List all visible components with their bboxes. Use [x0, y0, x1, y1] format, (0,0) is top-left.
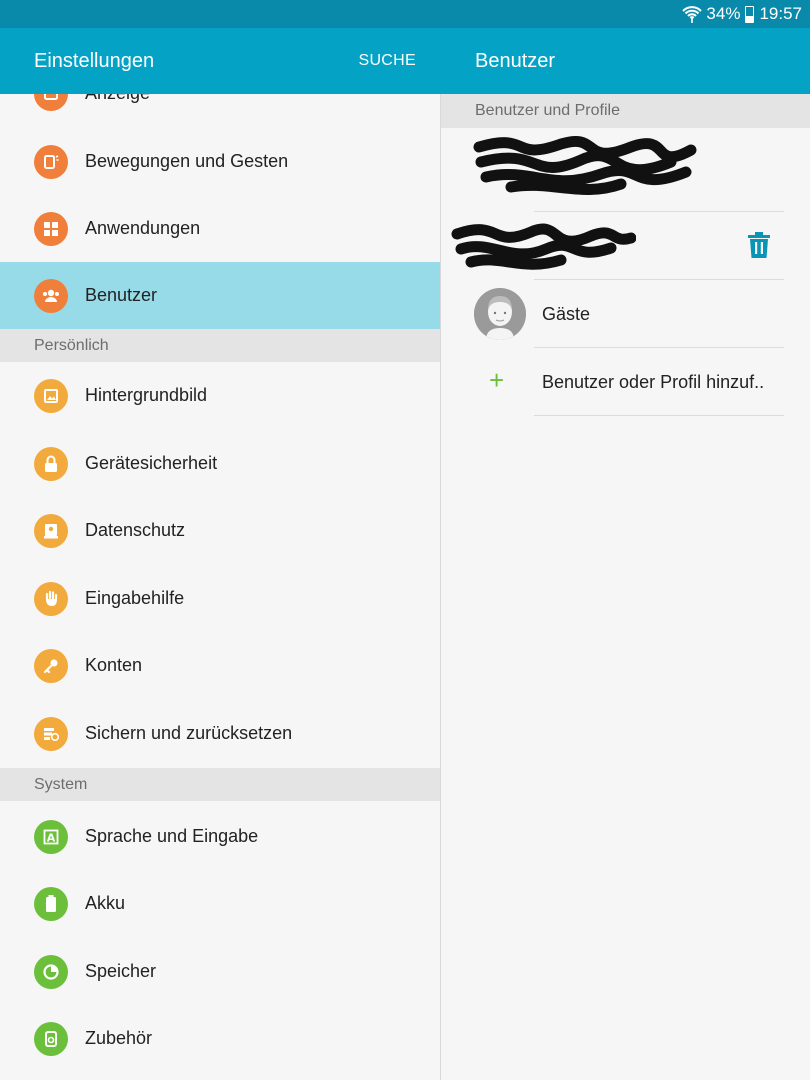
- search-button[interactable]: SUCHE: [358, 52, 416, 70]
- redaction-scribble: [451, 223, 636, 270]
- section-header-system: System: [0, 768, 441, 801]
- lock-icon: [34, 446, 68, 481]
- key-icon: [34, 648, 68, 683]
- settings-item-akku[interactable]: Akku: [0, 870, 441, 937]
- battery-settings-icon: [34, 886, 68, 921]
- settings-item-anzeige[interactable]: Anzeige: [0, 94, 441, 127]
- settings-item-geraetesicherheit[interactable]: Gerätesicherheit: [0, 430, 441, 497]
- settings-item-anwendungen[interactable]: Anwendungen: [0, 195, 441, 262]
- motion-gesture-icon: [34, 144, 68, 179]
- battery-icon: [745, 5, 755, 23]
- settings-item-konten[interactable]: Konten: [0, 632, 441, 699]
- clock: 19:57: [759, 4, 802, 23]
- language-icon: A: [34, 819, 68, 854]
- settings-item-label: Sprache und Eingabe: [85, 826, 259, 846]
- settings-header: Einstellungen SUCHE: [0, 28, 441, 94]
- settings-item-zubehoer[interactable]: Zubehör: [0, 1005, 441, 1072]
- privacy-icon: [34, 513, 68, 548]
- detail-title: Benutzer: [475, 50, 556, 72]
- settings-item-label: Bewegungen und Gesten: [85, 151, 289, 171]
- settings-item-label: Datenschutz: [85, 520, 186, 540]
- svg-text:A: A: [47, 831, 56, 844]
- settings-item-label: Anwendungen: [85, 218, 201, 238]
- settings-item-label: Sichern und zurücksetzen: [85, 723, 293, 743]
- settings-item-label: Konten: [85, 655, 143, 675]
- settings-item-label: Eingabehilfe: [85, 588, 185, 608]
- plus-icon: +: [489, 365, 505, 395]
- settings-item-hintergrundbild[interactable]: Hintergrundbild: [0, 362, 441, 429]
- settings-item-speicher[interactable]: Speicher: [0, 938, 441, 1005]
- settings-item-label: Akku: [85, 893, 126, 913]
- accessory-icon: [34, 1021, 68, 1056]
- guest-avatar: [474, 288, 526, 340]
- user-row-redacted-2[interactable]: [441, 212, 810, 280]
- settings-item-eingabehilfe[interactable]: Eingabehilfe: [0, 565, 441, 632]
- settings-item-label: Speicher: [85, 961, 157, 981]
- guest-label: Gäste: [542, 304, 591, 324]
- add-user-row[interactable]: + Benutzer oder Profil hinzuf..: [441, 348, 810, 416]
- backup-icon: [34, 716, 68, 751]
- user-row-redacted-1[interactable]: [441, 135, 810, 212]
- wifi-icon: [682, 6, 703, 23]
- wallpaper-icon: [34, 378, 68, 413]
- settings-item-datenschutz[interactable]: Datenschutz: [0, 497, 441, 564]
- settings-item-label: Zubehör: [85, 1028, 153, 1048]
- section-header-personal: Persönlich: [0, 329, 441, 362]
- battery-percent: 34%: [706, 4, 741, 23]
- settings-item-benutzer[interactable]: Benutzer: [0, 262, 441, 329]
- settings-item-sichern[interactable]: Sichern und zurücksetzen: [0, 700, 441, 767]
- settings-list[interactable]: Anzeige Bewegungen und Gesten Anwendunge…: [0, 94, 441, 1080]
- settings-item-label: Benutzer: [85, 285, 158, 305]
- redaction-scribble: [473, 135, 697, 195]
- users-icon: [34, 278, 68, 313]
- storage-icon: [34, 954, 68, 989]
- apps-grid-icon: [34, 211, 68, 246]
- settings-item-label: Gerätesicherheit: [85, 453, 218, 473]
- section-header-users-profiles: Benutzer und Profile: [441, 94, 810, 128]
- settings-title: Einstellungen: [34, 50, 155, 72]
- settings-item-label: Hintergrundbild: [85, 385, 208, 405]
- row-separator: [534, 415, 784, 416]
- settings-item-bewegungen[interactable]: Bewegungen und Gesten: [0, 128, 441, 195]
- status-bar: 34% 19:57: [0, 0, 810, 28]
- settings-item-label: Anzeige: [85, 94, 150, 104]
- add-user-label: Benutzer oder Profil hinzuf..: [542, 372, 765, 392]
- detail-header: Benutzer: [441, 28, 810, 94]
- display-icon: [34, 94, 68, 111]
- users-pane: Benutzer und Profile Gäste + Benutzer od…: [441, 94, 810, 1080]
- delete-trash-icon[interactable]: [746, 232, 772, 260]
- settings-item-sprache[interactable]: A Sprache und Eingabe: [0, 803, 441, 870]
- hand-icon: [34, 581, 68, 616]
- guest-row[interactable]: Gäste: [441, 280, 810, 348]
